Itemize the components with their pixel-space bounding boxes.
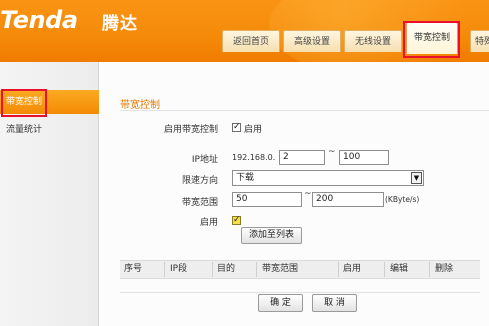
main-panel: 带宽控制 启用带宽控制 ✓ 启用 IP地址 192.168.0. 2 ~ 100…	[100, 62, 489, 326]
enable-bw-checkbox[interactable]: ✓	[232, 123, 241, 132]
enable-checkbox[interactable]: ✓	[232, 216, 241, 225]
tab-wireless[interactable]: 无线设置	[344, 30, 402, 52]
direction-value: 下载	[236, 173, 255, 183]
col-destination: 目的	[217, 264, 236, 274]
section-title: 带宽控制	[120, 100, 160, 111]
col-divider	[384, 262, 385, 277]
col-divider	[429, 262, 430, 277]
enable-bw-label: 启用带宽控制	[163, 125, 218, 135]
col-divider	[256, 262, 257, 277]
col-ip-segment: IP段	[170, 264, 188, 274]
col-divider	[338, 262, 339, 277]
highlight-box-sidebar	[1, 89, 47, 117]
ip-range-sep: ~	[328, 147, 336, 157]
ok-button[interactable]: 确 定	[258, 294, 303, 312]
direction-label: 限速方向	[181, 176, 218, 186]
col-enabled: 启用	[343, 264, 362, 274]
table-row	[120, 278, 480, 293]
range-label: 带宽范围	[181, 198, 218, 208]
ip-start-input[interactable]: 2	[279, 150, 325, 165]
chevron-down-icon[interactable]: ▼	[411, 172, 422, 184]
col-index: 序号	[124, 264, 143, 274]
highlight-box-tab	[403, 21, 460, 58]
range-unit: (KByte/s)	[385, 195, 420, 204]
range-sep: ~	[304, 189, 312, 199]
direction-select[interactable]: 下载 ▼	[232, 170, 424, 186]
section-divider	[120, 110, 489, 111]
tab-special[interactable]: 特殊	[470, 30, 489, 52]
ip-prefix: 192.168.0.	[232, 153, 276, 162]
enable-bw-text: 启用	[244, 125, 263, 135]
sidebar-item-traffic[interactable]: 流量统计	[0, 118, 99, 142]
tab-home[interactable]: 返回首页	[222, 30, 280, 52]
tab-advanced[interactable]: 高级设置	[283, 30, 341, 52]
col-divider	[164, 262, 165, 277]
ip-end-input[interactable]: 100	[339, 150, 389, 165]
col-edit: 编辑	[390, 264, 409, 274]
rules-table-header: 序号 IP段 目的 带宽范围 启用 编辑 删除	[120, 260, 480, 279]
enable-label: 启用	[199, 218, 218, 228]
range-max-input[interactable]: 200	[312, 192, 384, 207]
col-bandwidth-range: 带宽范围	[262, 264, 299, 274]
ip-label: IP地址	[191, 155, 218, 165]
add-to-list-button[interactable]: 添加至列表	[241, 227, 302, 244]
cancel-button[interactable]: 取 消	[312, 294, 357, 312]
col-divider	[212, 262, 213, 277]
col-delete: 删除	[435, 264, 454, 274]
range-min-input[interactable]: 50	[232, 192, 302, 207]
